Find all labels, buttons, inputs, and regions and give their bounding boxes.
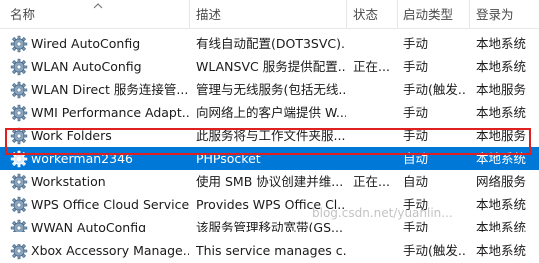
service-status	[353, 78, 397, 101]
service-status: 正在...	[353, 174, 390, 189]
service-description: 有线自动配置(DOT3SVC)...	[196, 36, 346, 51]
service-status	[353, 147, 397, 170]
column-header-description[interactable]: 描述	[196, 0, 221, 28]
service-logon-as: 本地系统	[476, 197, 527, 212]
service-status	[353, 32, 397, 55]
service-description: 管理与无线服务(包括无线...	[196, 82, 346, 97]
service-startup-type: 自动	[403, 174, 429, 189]
service-logon-as: 网络服务	[476, 174, 527, 189]
service-gear-icon	[10, 173, 28, 191]
service-startup-type: 手动	[403, 105, 429, 120]
service-logon-as: 本地系统	[476, 36, 527, 51]
service-status	[353, 124, 397, 147]
service-name: WPS Office Cloud Service	[31, 197, 189, 212]
service-gear-icon	[10, 58, 28, 76]
column-divider[interactable]	[469, 0, 470, 28]
column-header-logon-as[interactable]: 登录为	[476, 0, 514, 28]
service-status: 正在...	[353, 59, 390, 74]
service-name: workerman2346	[31, 151, 133, 166]
service-logon-as: 本地服务	[476, 82, 527, 97]
service-name: Work Folders	[31, 128, 112, 143]
column-header-startup-type[interactable]: 启动类型	[403, 0, 453, 28]
service-logon-as: 本地系统	[476, 59, 527, 74]
service-name: WMI Performance Adapt...	[31, 105, 189, 120]
service-gear-icon	[10, 127, 28, 145]
column-divider[interactable]	[189, 0, 190, 28]
service-row[interactable]: WPS Office Cloud Service Provides WPS Off…	[0, 193, 539, 216]
service-logon-as: 本地服务	[476, 128, 527, 143]
column-divider[interactable]	[397, 0, 398, 28]
service-status	[353, 101, 397, 124]
service-gear-icon	[10, 104, 28, 122]
service-gear-icon	[10, 242, 28, 260]
service-name: WLAN Direct 服务连接管...	[31, 82, 189, 97]
service-name: Wired AutoConfig	[31, 36, 141, 51]
service-row[interactable]: WLAN AutoConfig WLANSVC 服务提供配置... 正在... 手动 本…	[0, 55, 539, 78]
service-name: WLAN AutoConfig	[31, 59, 142, 74]
service-description: WLANSVC 服务提供配置...	[196, 59, 346, 74]
service-description: 使用 SMB 协议创建并维...	[196, 174, 344, 189]
service-row[interactable]: Work Folders 此服务将与工作文件夹服... 手动 本地服务	[0, 124, 539, 147]
service-description: PHPsocket	[196, 151, 261, 166]
service-startup-type: 自动	[403, 151, 429, 166]
watermark: blog.csdn.net/yuanlin...	[312, 206, 453, 220]
service-row[interactable]: Workstation 使用 SMB 协议创建并维... 正在... 自动 网络服务	[0, 170, 539, 193]
service-name: Workstation	[31, 174, 106, 189]
service-description: 此服务将与工作文件夹服...	[196, 128, 346, 143]
sort-ascending-icon[interactable]	[92, 0, 104, 12]
service-gear-icon	[10, 150, 28, 168]
service-gear-icon	[10, 81, 28, 99]
column-header-status[interactable]: 状态	[353, 0, 378, 28]
service-gear-icon	[10, 35, 28, 53]
service-startup-type: 手动	[403, 36, 429, 51]
service-startup-type: 手动	[403, 128, 429, 143]
service-row-selected[interactable]: workerman2346 PHPsocket 自动 本地系统	[0, 147, 539, 170]
service-gear-icon	[10, 196, 28, 214]
column-header-name[interactable]: 名称	[10, 0, 35, 28]
service-logon-as: 本地系统	[476, 105, 527, 120]
service-startup-type: 手动	[403, 59, 429, 74]
service-row[interactable]: Wired AutoConfig 有线自动配置(DOT3SVC)... 手动 本地系统	[0, 32, 539, 55]
bottom-edge	[0, 232, 539, 244]
service-startup-type: 手动(触发...	[403, 82, 467, 97]
service-description: 向网络上的客户端提供 W...	[196, 105, 346, 120]
column-divider[interactable]	[346, 0, 347, 28]
column-header-row: 名称 描述 状态 启动类型 登录为	[0, 0, 539, 29]
service-logon-as: 本地系统	[476, 151, 527, 166]
service-row[interactable]: WMI Performance Adapt... 向网络上的客户端提供 W... 手…	[0, 101, 539, 124]
service-row[interactable]: WLAN Direct 服务连接管... 管理与无线服务(包括无线... 手动(触发…	[0, 78, 539, 101]
